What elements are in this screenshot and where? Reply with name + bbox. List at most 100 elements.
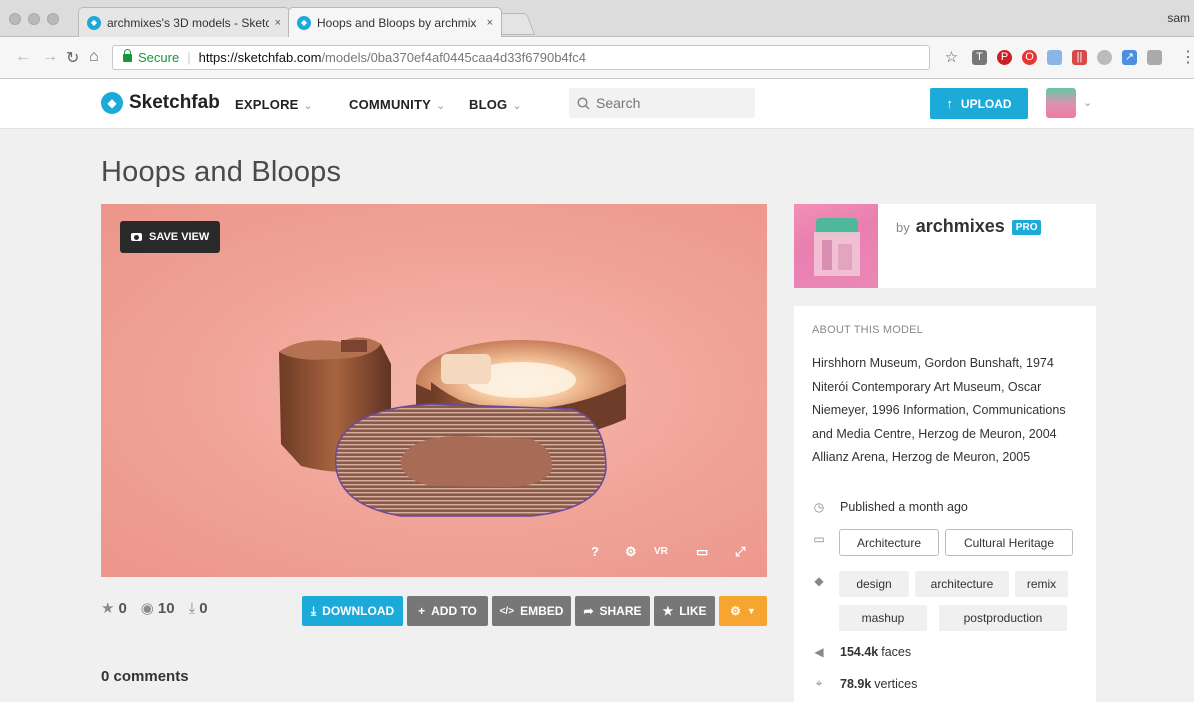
model-description: Hirshhorn Museum, Gordon Bunshaft, 1974 … (812, 356, 1066, 464)
triangle-icon: ◀ (814, 645, 824, 659)
add-to-label: ADD TO (431, 604, 477, 618)
nav-explore[interactable]: EXPLORE ⌄ (235, 97, 313, 112)
vr-icon[interactable]: VR (654, 546, 668, 557)
help-icon[interactable]: ? (591, 544, 599, 559)
embed-view-icon[interactable]: ▭ (696, 544, 708, 560)
pinterest-icon[interactable]: P (997, 50, 1012, 65)
bookmark-star-icon[interactable]: ☆ (944, 50, 959, 65)
fullscreen-icon[interactable]: ⤢ (735, 544, 745, 560)
star-icon: ★ (662, 604, 674, 618)
category-chip[interactable]: Cultural Heritage (945, 529, 1073, 556)
eye-icon: ◉ (140, 600, 154, 617)
download-button[interactable]: ⤓ DOWNLOAD (302, 596, 403, 626)
save-view-button[interactable]: SAVE VIEW (120, 221, 221, 253)
author-name-link[interactable]: archmixes (916, 216, 1005, 237)
sketchfab-logo-icon: ◆ (101, 92, 123, 114)
extension-bars-icon[interactable]: || (1072, 50, 1087, 65)
sketchfab-favicon-icon: ◆ (297, 15, 311, 30)
camera-icon[interactable] (1147, 50, 1162, 65)
tab-title: archmixes's 3D models - Sketc (107, 15, 269, 30)
vertex-icon: ⌖ (815, 676, 823, 690)
home-icon[interactable]: ⌂ (89, 48, 99, 66)
secure-label: Secure (138, 50, 180, 65)
chevron-down-icon: ⌄ (435, 100, 446, 112)
document-icon[interactable] (1047, 50, 1062, 65)
chevron-down-icon: ⌄ (303, 100, 313, 112)
author-model-thumbnail[interactable] (794, 204, 878, 288)
nav-blog[interactable]: BLOG ⌄ (469, 97, 522, 112)
published-text: Published a month ago (840, 500, 968, 514)
upload-button[interactable]: ↑ UPLOAD (930, 88, 1028, 119)
tab-close-icon[interactable]: × (487, 17, 493, 29)
window-minimize-button[interactable] (28, 13, 40, 25)
faces-row: ◀ 154.4k faces (812, 645, 911, 659)
like-button[interactable]: ★ LIKE (654, 596, 715, 626)
site-header: ◆ Sketchfab EXPLORE ⌄ COMMUNITY ⌄ BLOG ⌄ ↑ … (0, 79, 1194, 129)
nav-label: BLOG (469, 97, 508, 112)
address-bar[interactable]: Secure | https://sketchfab.com /models/0… (112, 45, 930, 70)
browser-tab[interactable]: ◆ archmixes's 3D models - Sketc × (78, 7, 290, 37)
model-stats: ★ 0 ◉ 10 ⤓ 0 (101, 599, 208, 618)
save-view-label: SAVE VIEW (149, 231, 210, 243)
download-icon: ⤓ (188, 599, 196, 617)
plus-icon: + (418, 604, 426, 618)
folder-icon: ▭ (813, 532, 825, 546)
sketchfab-logo[interactable]: ◆ Sketchfab (101, 92, 220, 114)
published-row: ◷ Published a month ago (812, 500, 968, 514)
cloud-icon[interactable] (1097, 50, 1112, 65)
download-count: 0 (199, 599, 208, 617)
share-button[interactable]: ➦ SHARE (575, 596, 650, 626)
tag-chip[interactable]: mashup (839, 605, 927, 631)
gear-icon: ⚙ (730, 604, 741, 618)
options-button[interactable]: ⚙ ▼ (719, 596, 767, 626)
reload-icon[interactable]: ↻ (66, 48, 79, 68)
about-model-card: ABOUT THIS MODEL Hirshhorn Museum, Gordo… (794, 306, 1096, 702)
browser-tab-active[interactable]: ◆ Hoops and Bloops by archmix × (288, 7, 502, 37)
add-to-button[interactable]: + ADD TO (407, 596, 488, 626)
chevron-down-icon[interactable]: ⌄ (1083, 96, 1092, 109)
url-separator: | (187, 50, 191, 65)
extension-icon[interactable]: T (972, 50, 987, 65)
browser-tab-bar: ◆ archmixes's 3D models - Sketc × ◆ Hoop… (0, 0, 1194, 37)
share-label: SHARE (599, 604, 642, 618)
caret-down-icon: ▼ (746, 606, 756, 616)
opera-icon[interactable]: O (1022, 50, 1037, 65)
by-label: by (896, 220, 910, 235)
logo-text: Sketchfab (129, 92, 220, 113)
upload-label: UPLOAD (960, 96, 1012, 111)
3d-model-render[interactable] (101, 204, 767, 577)
tag-icon: ◆ (814, 574, 824, 588)
tag-chip[interactable]: postproduction (939, 605, 1067, 631)
tag-chip[interactable]: architecture (915, 571, 1009, 597)
view-count: 10 (157, 599, 175, 617)
like-count: 0 (118, 599, 127, 617)
camera-icon (131, 233, 142, 241)
nav-label: EXPLORE (235, 97, 299, 112)
tag-chip[interactable]: remix (1015, 571, 1068, 597)
nav-label: COMMUNITY (349, 97, 431, 112)
embed-button[interactable]: </> EMBED (492, 596, 571, 626)
back-arrow-icon[interactable]: ← (15, 48, 31, 66)
tab-title: Hoops and Bloops by archmix (317, 15, 477, 30)
user-avatar[interactable] (1046, 88, 1076, 118)
settings-gear-icon[interactable]: ⚙ (625, 544, 637, 560)
more-menu-icon[interactable]: ⋮ (1180, 47, 1194, 67)
comments-count: 0 comments (101, 668, 189, 685)
pro-badge: PRO (1011, 220, 1042, 235)
browser-profile-name[interactable]: sam (1167, 11, 1190, 25)
3d-model-viewer[interactable]: SAVE VIEW ? ⚙ VR ▭ ⤢ (101, 204, 767, 577)
thumbnail-image (814, 218, 860, 276)
window-zoom-button[interactable] (47, 13, 59, 25)
page-title: Hoops and Bloops (101, 156, 342, 188)
category-chip[interactable]: Architecture (839, 529, 939, 556)
search-input[interactable] (596, 95, 746, 111)
author-card: by archmixes PRO (794, 204, 1096, 288)
author-byline: by archmixes PRO (896, 216, 1042, 237)
nav-community[interactable]: COMMUNITY ⌄ (349, 97, 445, 112)
forward-arrow-icon[interactable]: → (42, 48, 58, 66)
expand-icon[interactable]: ↗ (1122, 50, 1137, 65)
tag-chip[interactable]: design (839, 571, 909, 597)
tab-close-icon[interactable]: × (275, 17, 281, 29)
window-close-button[interactable] (9, 13, 21, 25)
search-box[interactable] (569, 88, 755, 118)
